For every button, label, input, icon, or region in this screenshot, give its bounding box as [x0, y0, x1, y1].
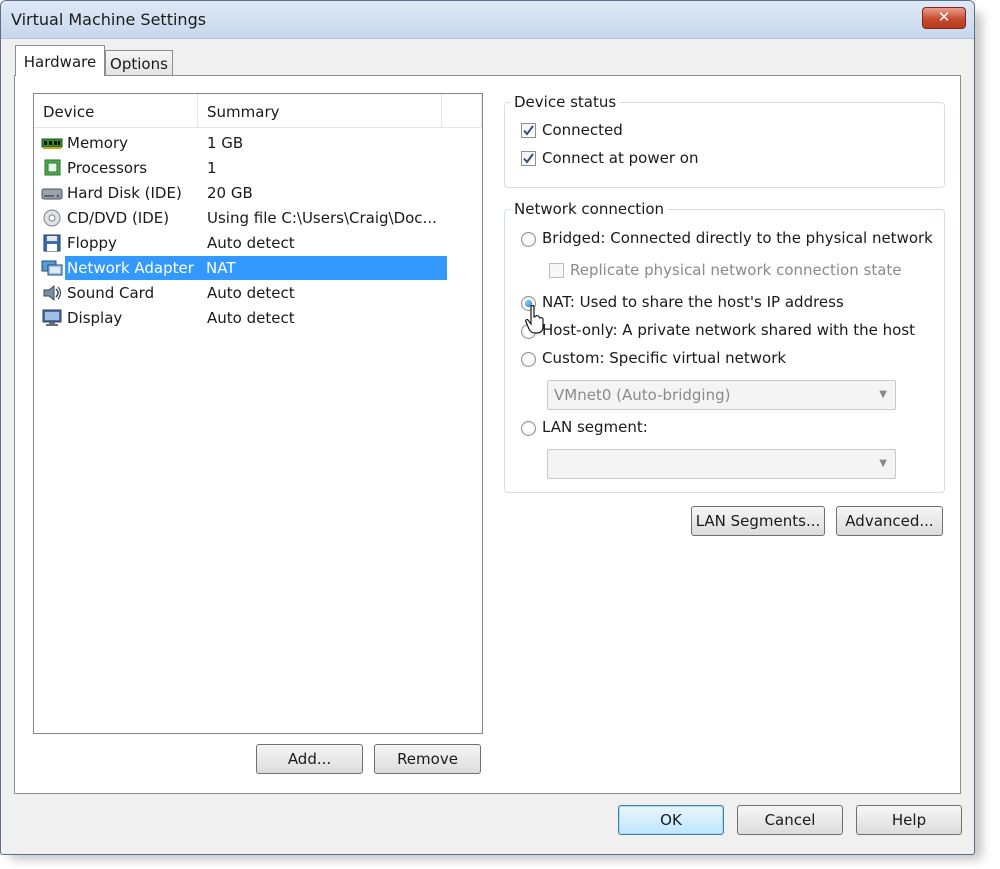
lan-segment-select[interactable]: ▼	[547, 449, 896, 479]
device-status-title: Device status	[511, 93, 620, 111]
add-device-button[interactable]: Add...	[256, 744, 363, 774]
connected-checkbox[interactable]	[521, 123, 536, 138]
title-bar[interactable]: Virtual Machine Settings ✕	[1, 1, 974, 39]
connect-at-power-on-checkbox[interactable]	[521, 151, 536, 166]
floppy-icon	[43, 234, 61, 252]
network-connection-title: Network connection	[511, 200, 668, 218]
device-row-floppy[interactable]: Floppy Auto detect	[34, 231, 474, 255]
bridged-label: Bridged: Connected directly to the physi…	[542, 229, 933, 247]
advanced-button[interactable]: Advanced...	[836, 506, 943, 536]
connect-at-power-on-label: Connect at power on	[542, 149, 699, 167]
help-button[interactable]: Help	[856, 805, 962, 835]
network-adapter-icon	[41, 260, 63, 276]
hard-disk-icon	[41, 188, 63, 200]
nat-label: NAT: Used to share the host's IP address	[542, 293, 844, 311]
memory-icon	[41, 138, 63, 149]
device-status-group	[504, 102, 945, 188]
device-summary: NAT	[200, 256, 447, 280]
device-summary: Auto detect	[207, 309, 295, 327]
mouse-cursor-icon	[525, 305, 544, 334]
device-summary: 1	[207, 159, 217, 177]
bridged-radio[interactable]	[521, 232, 536, 247]
remove-device-button[interactable]: Remove	[374, 744, 481, 774]
tab-options[interactable]: Options	[105, 50, 173, 76]
lan-segments-button[interactable]: LAN Segments...	[691, 506, 825, 536]
ok-button[interactable]: OK	[618, 805, 724, 835]
replicate-state-label: Replicate physical network connection st…	[570, 261, 902, 279]
device-row-sound-card[interactable]: Sound Card Auto detect	[34, 281, 474, 305]
device-row-memory[interactable]: Memory 1 GB	[34, 131, 474, 155]
device-name: Network Adapter	[65, 256, 202, 280]
lan-segment-radio[interactable]	[521, 421, 536, 436]
device-row-processors[interactable]: Processors 1	[34, 156, 474, 180]
device-summary: Auto detect	[207, 234, 295, 252]
close-button[interactable]: ✕	[922, 7, 966, 29]
device-summary: Using file C:\Users\Craig\Doc...	[207, 209, 437, 227]
lan-segment-label: LAN segment:	[542, 418, 648, 436]
device-row-cd-dvd[interactable]: CD/DVD (IDE) Using file C:\Users\Craig\D…	[34, 206, 474, 230]
chevron-down-icon: ▼	[879, 389, 887, 400]
custom-label: Custom: Specific virtual network	[542, 349, 787, 367]
dialog-window: Virtual Machine Settings ✕ Hardware Opti…	[0, 0, 975, 855]
custom-network-value: VMnet0 (Auto-bridging)	[554, 386, 731, 404]
processor-icon	[44, 159, 61, 176]
device-summary: 20 GB	[207, 184, 253, 202]
host-only-label: Host-only: A private network shared with…	[542, 321, 916, 339]
device-row-display[interactable]: Display Auto detect	[34, 306, 474, 330]
sound-card-icon	[43, 284, 62, 302]
display-icon	[42, 309, 62, 326]
cancel-button[interactable]: Cancel	[737, 805, 843, 835]
column-header-summary[interactable]: Summary	[198, 94, 442, 128]
device-list[interactable]: Device Summary Memory 1 GB Processors 1	[33, 93, 483, 734]
tab-hardware[interactable]: Hardware	[15, 45, 105, 76]
custom-network-select[interactable]: VMnet0 (Auto-bridging) ▼	[547, 380, 896, 410]
column-header-device[interactable]: Device	[34, 94, 198, 128]
device-row-network-adapter[interactable]: Network Adapter NAT	[34, 256, 474, 280]
replicate-state-checkbox[interactable]	[549, 263, 564, 278]
window-title: Virtual Machine Settings	[11, 10, 207, 29]
checkmark-icon	[523, 125, 534, 136]
device-summary: 1 GB	[207, 134, 244, 152]
checkmark-icon	[523, 153, 534, 164]
column-header-filler	[442, 94, 482, 128]
device-row-hard-disk[interactable]: Hard Disk (IDE) 20 GB	[34, 181, 474, 205]
chevron-down-icon: ▼	[879, 458, 887, 469]
cd-dvd-icon	[43, 209, 61, 227]
custom-radio[interactable]	[521, 352, 536, 367]
device-summary: Auto detect	[207, 284, 295, 302]
connected-label: Connected	[542, 121, 623, 139]
